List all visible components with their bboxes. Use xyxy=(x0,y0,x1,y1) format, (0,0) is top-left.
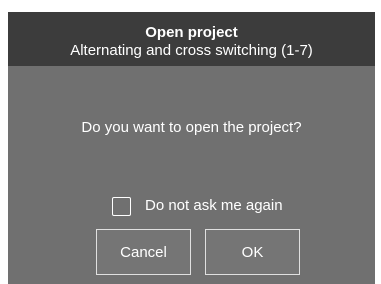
dialog-message: Do you want to open the project? xyxy=(81,119,302,136)
cancel-button[interactable]: Cancel xyxy=(96,229,191,275)
dialog-title: Open project xyxy=(145,24,238,41)
ok-button[interactable]: OK xyxy=(205,229,300,275)
do-not-ask-again-option[interactable]: Do not ask me again xyxy=(112,195,283,217)
open-project-dialog: Open project Alternating and cross switc… xyxy=(8,12,375,284)
do-not-ask-again-label[interactable]: Do not ask me again xyxy=(145,197,283,215)
dialog-titlebar: Open project Alternating and cross switc… xyxy=(8,12,375,66)
do-not-ask-again-checkbox[interactable] xyxy=(112,196,131,216)
dialog-subtitle: Alternating and cross switching (1-7) xyxy=(70,42,313,59)
